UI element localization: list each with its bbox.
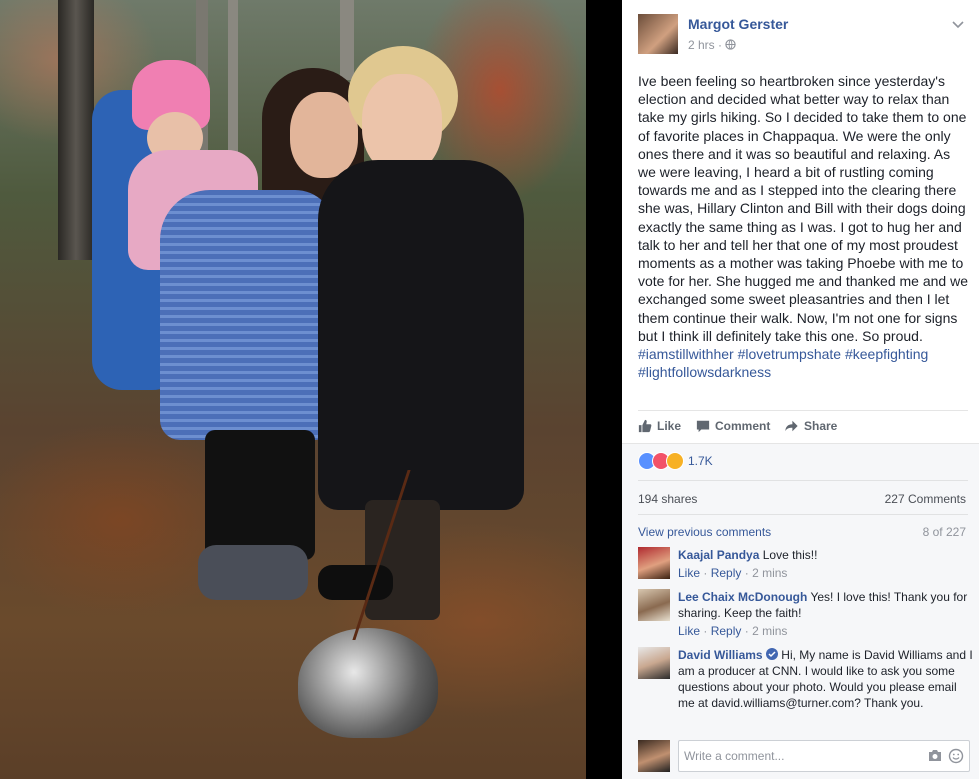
avatar[interactable] <box>638 589 670 621</box>
shares-count[interactable]: 194 shares <box>638 492 697 506</box>
post-text: Ive been feeling so heartbroken since ye… <box>638 73 969 344</box>
comment-body: Kaajal Pandya Love this!! Like · Reply ·… <box>678 547 973 581</box>
comment-time[interactable]: 2 mins <box>752 624 787 638</box>
comment-text: Love this!! <box>762 548 818 562</box>
comment-reply-link[interactable]: Reply <box>711 566 742 580</box>
comment-item: Kaajal Pandya Love this!! Like · Reply ·… <box>638 547 973 583</box>
comment-meta: Like · Reply · 2 mins <box>678 623 973 639</box>
avatar <box>638 740 670 772</box>
comment-label: Comment <box>715 419 771 433</box>
emoji-icon[interactable] <box>948 748 964 764</box>
post-time[interactable]: 2 hrs <box>688 38 715 52</box>
woman-face <box>290 92 358 178</box>
woman-shoes <box>198 545 308 600</box>
post-body: Ive been feeling so heartbroken since ye… <box>638 72 968 381</box>
comment-input[interactable]: Write a comment... <box>678 740 970 772</box>
post-photo[interactable] <box>0 0 586 779</box>
commenter-name[interactable]: Kaajal Pandya <box>678 548 759 562</box>
avatar[interactable] <box>638 547 670 579</box>
comments-count[interactable]: 227 Comments <box>885 492 966 506</box>
action-bar: Like Comment Share <box>638 410 968 443</box>
tree-trunk <box>228 0 238 160</box>
lightbox-divider <box>586 0 622 779</box>
reaction-count[interactable]: 1.7K <box>688 454 713 468</box>
commenter-name[interactable]: David Williams <box>678 648 763 662</box>
post-header: Margot Gerster 2 hrs · <box>638 14 968 56</box>
comment-input-placeholder: Write a comment... <box>684 749 785 763</box>
comment-button[interactable]: Comment <box>696 419 770 433</box>
comment-item: Lee Chaix McDonough Yes! I love this! Th… <box>638 589 973 641</box>
meta-separator: · <box>718 38 723 52</box>
woman-legs <box>205 430 315 560</box>
author-name[interactable]: Margot Gerster <box>688 16 788 32</box>
write-comment-row: Write a comment... <box>638 740 973 774</box>
like-icon <box>638 419 652 433</box>
woman2-coat <box>318 160 524 510</box>
reactions-summary[interactable]: 1.7K <box>638 452 713 470</box>
globe-icon <box>725 39 737 50</box>
post-panel: Margot Gerster 2 hrs · Ive been feeling … <box>622 0 979 779</box>
meta-separator: · <box>744 624 749 638</box>
tree-trunk <box>340 0 354 80</box>
comment-time[interactable]: 2 mins <box>752 566 787 580</box>
view-previous-comments[interactable]: View previous comments <box>638 525 771 539</box>
comment-body: David Williams Hi, My name is David Will… <box>678 647 973 711</box>
post-meta: 2 hrs · <box>688 38 737 52</box>
meta-separator: · <box>703 624 708 638</box>
meta-separator: · <box>703 566 708 580</box>
like-button[interactable]: Like <box>638 419 681 433</box>
post-hashtags[interactable]: #iamstillwithher #lovetrumpshate #keepfi… <box>638 345 968 381</box>
share-button[interactable]: Share <box>784 419 837 433</box>
woman2-face <box>362 74 442 174</box>
comment-like-link[interactable]: Like <box>678 624 700 638</box>
comment-item: David Williams Hi, My name is David Will… <box>638 647 973 731</box>
woman-top <box>160 190 335 440</box>
camera-icon[interactable] <box>927 748 943 764</box>
tree-trunk <box>58 0 94 260</box>
share-label: Share <box>804 419 838 433</box>
author-avatar[interactable] <box>638 14 678 54</box>
comment-body: Lee Chaix McDonough Yes! I love this! Th… <box>678 589 973 639</box>
divider <box>638 480 968 481</box>
wow-reaction-icon <box>666 452 684 470</box>
meta-separator: · <box>744 566 749 580</box>
comment-reply-link[interactable]: Reply <box>711 624 742 638</box>
avatar[interactable] <box>638 647 670 679</box>
share-icon <box>785 420 798 432</box>
divider <box>638 514 968 515</box>
comment-icon <box>696 420 710 433</box>
chevron-down-icon[interactable] <box>950 16 966 32</box>
dog <box>298 628 438 738</box>
comment-meta: Like · Reply · 2 mins <box>678 565 973 581</box>
comment-like-link[interactable]: Like <box>678 566 700 580</box>
commenter-name[interactable]: Lee Chaix McDonough <box>678 590 807 604</box>
verified-icon <box>765 648 778 660</box>
comments-page-count: 8 of 227 <box>922 525 966 539</box>
like-label: Like <box>657 419 682 433</box>
